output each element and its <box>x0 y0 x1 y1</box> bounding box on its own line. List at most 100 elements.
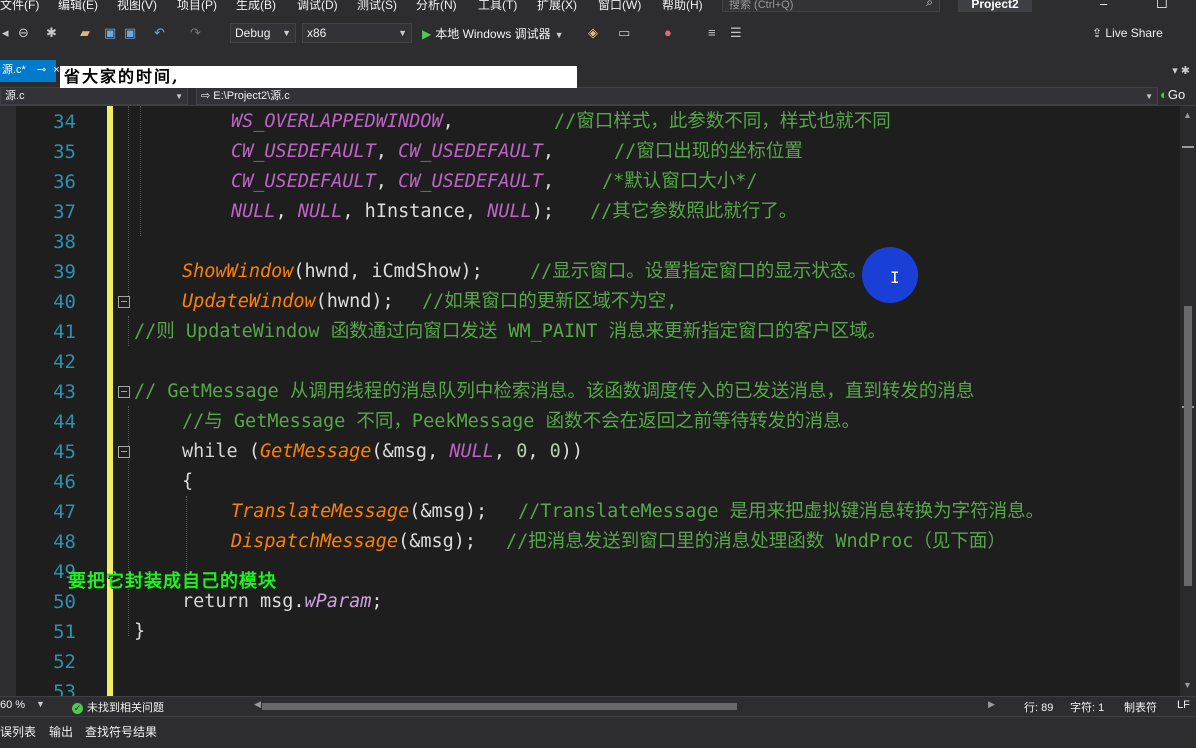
save-icon[interactable]: ▣ <box>104 25 116 41</box>
fold-toggle[interactable] <box>118 446 130 458</box>
line-number: 44 <box>53 411 76 433</box>
code-token: DispatchMessage <box>231 531 399 552</box>
code-comment: //与 GetMessage 不同，PeekMessage 函数不会在返回之前等… <box>182 411 861 432</box>
code-line-38: 38 <box>0 227 1180 257</box>
line-number: 34 <box>53 111 76 133</box>
line-indicator: 行: 89 <box>1024 702 1054 714</box>
chevron-down-icon: ▼ <box>175 92 183 101</box>
browse-icon[interactable]: ◈ <box>588 25 598 41</box>
code-line-53: 53 <box>0 677 1180 696</box>
line-number: 43 <box>53 381 76 403</box>
code-token: wParam <box>304 591 372 612</box>
back-icon[interactable]: ◂ <box>2 25 9 41</box>
code-line-43: 43 // GetMessage 从调用线程的消息队列中检索消息。该函数调度传入… <box>0 377 1180 407</box>
pin-icon[interactable]: ⊸ <box>37 64 46 76</box>
tab-error-list[interactable]: 误列表 <box>0 723 36 740</box>
menu-window[interactable]: 窗口(W) <box>598 0 641 12</box>
editor-status-strip: 60 % ▼ ✓ 未找到相关问题 ◀ ▶ 行: 89 字符: 1 制表符 LF <box>0 696 1196 716</box>
line-number: 49 <box>53 561 76 583</box>
code-token: , <box>542 171 555 192</box>
code-comment: //TranslateMessage 是用来把虚拟键消息转换为字符消息。 <box>518 501 1045 522</box>
zoom-level[interactable]: 60 % <box>0 699 25 711</box>
code-token: CW_USEDEFAULT <box>398 171 543 192</box>
code-token: , <box>375 141 399 162</box>
search-icon[interactable]: ⌕ <box>926 0 933 10</box>
code-token: NULL <box>297 201 343 222</box>
undo-icon[interactable]: ↶ <box>154 25 165 41</box>
menu-file[interactable]: 文件(F) <box>0 0 39 12</box>
fold-toggle[interactable] <box>118 296 130 308</box>
save-all-icon[interactable]: ▣ <box>124 25 136 41</box>
menu-project[interactable]: 项目(P) <box>177 0 217 12</box>
menu-analyze[interactable]: 分析(N) <box>416 0 457 12</box>
live-share-button[interactable]: ⇪ Live Share <box>1092 26 1163 40</box>
menu-view[interactable]: 视图(V) <box>117 0 157 12</box>
vertical-scrollbar[interactable]: ▲ ▼ <box>1180 106 1196 696</box>
code-token: , <box>527 441 550 462</box>
path-dropdown[interactable]: ⇨ E:\Project2\源.c ▼ <box>196 87 1158 105</box>
minimize-icon[interactable]: – <box>1100 0 1107 11</box>
menu-edit[interactable]: 编辑(E) <box>58 0 98 12</box>
tabs-indicator[interactable]: 制表符 <box>1124 699 1157 715</box>
menu-debug[interactable]: 调试(D) <box>297 0 338 12</box>
run-label: 本地 Windows 调试器 <box>435 27 551 41</box>
search-placeholder: 搜索 (Ctrl+Q) <box>729 0 794 11</box>
scroll-down-icon[interactable]: ▼ <box>1183 680 1192 690</box>
menu-test[interactable]: 测试(S) <box>357 0 397 12</box>
code-token: (&msg); <box>398 531 477 552</box>
scroll-right-icon[interactable]: ▶ <box>988 699 995 710</box>
scroll-left-icon[interactable]: ◀ <box>254 699 261 710</box>
chevron-down-icon: ▼ <box>398 28 407 38</box>
code-comment: //显示窗口。设置指定窗口的显示状态。 <box>530 261 867 282</box>
run-debugger-button[interactable]: ▶ 本地 Windows 调试器 ▼ <box>422 25 564 42</box>
tab-find-symbol-results[interactable]: 查找符号结果 <box>85 723 157 740</box>
chevron-down-icon[interactable]: ▼ <box>36 699 45 709</box>
close-icon[interactable]: × <box>53 64 59 76</box>
screen-icon[interactable]: ▭ <box>618 25 630 41</box>
tab-title: 源.c* <box>2 64 26 76</box>
horizontal-scroll-thumb[interactable] <box>262 703 737 710</box>
menu-bar: 文件(F) 编辑(E) 视图(V) 项目(P) 生成(B) 调试(D) 测试(S… <box>0 0 1196 12</box>
issues-label: 未找到相关问题 <box>87 702 164 714</box>
member-dropdown[interactable]: ◐Go <box>1160 87 1185 102</box>
search-box[interactable]: 搜索 (Ctrl+Q) ⌕ <box>722 0 940 12</box>
platform-dropdown[interactable]: x86 ▼ <box>302 23 412 43</box>
indent-icon[interactable]: ≡ <box>708 25 716 40</box>
code-editor[interactable]: 34 WS_OVERLAPPEDWINDOW, //窗口样式，此参数不同，样式也… <box>0 106 1180 696</box>
horizontal-scrollbar[interactable]: ◀ ▶ <box>254 699 996 712</box>
config-dropdown[interactable]: Debug ▼ <box>230 23 296 43</box>
redo-icon[interactable]: ↷ <box>190 25 201 41</box>
breakpoint-icon[interactable]: ● <box>664 25 672 40</box>
menu-help[interactable]: 帮助(H) <box>662 0 703 12</box>
chevron-down-icon: ▼ <box>1145 92 1153 101</box>
code-token: CW_USEDEFAULT <box>231 141 376 162</box>
menu-tools[interactable]: 工具(T) <box>478 0 517 12</box>
scope-value: 源.c <box>5 90 25 102</box>
tab-source-file[interactable]: 源.c* ⊸ × <box>0 60 60 82</box>
menu-extensions[interactable]: 扩展(X) <box>537 0 577 12</box>
vertical-scroll-thumb[interactable] <box>1184 306 1192 586</box>
code-token: , <box>542 141 555 162</box>
comment-icon[interactable]: ☰ <box>730 25 742 41</box>
forward-icon[interactable]: ⊖ <box>18 25 29 41</box>
eol-indicator[interactable]: LF <box>1177 699 1190 711</box>
tab-overflow-icon[interactable]: ▾ ✱ <box>1172 64 1190 77</box>
code-line-45: 45 while (GetMessage(&msg, NULL, 0, 0)) <box>0 437 1180 467</box>
text-cursor-icon: I <box>890 268 900 287</box>
code-token: return <box>182 591 249 612</box>
code-line-36: 36 CW_USEDEFAULT, CW_USEDEFAULT, /*默认窗口大… <box>0 167 1180 197</box>
new-project-icon[interactable]: ✱ <box>46 25 57 41</box>
video-caption-green: 要把它封装成自己的模块 <box>68 571 277 592</box>
code-token: (&msg, <box>371 441 450 462</box>
issues-indicator[interactable]: ✓ 未找到相关问题 <box>72 699 164 715</box>
code-comment: //把消息发送到窗口里的消息处理函数 WndProc（见下面） <box>506 531 1006 552</box>
code-token: , <box>275 201 298 222</box>
scope-dropdown[interactable]: 源.c ▼ <box>0 87 188 105</box>
maximize-icon[interactable]: ☐ <box>1156 0 1168 12</box>
menu-build[interactable]: 生成(B) <box>236 0 276 12</box>
config-value: Debug <box>235 26 271 40</box>
fold-toggle[interactable] <box>118 386 130 398</box>
scroll-up-icon[interactable]: ▲ <box>1183 110 1192 120</box>
tab-output[interactable]: 输出 <box>49 723 73 740</box>
open-folder-icon[interactable]: ▰ <box>80 25 90 41</box>
